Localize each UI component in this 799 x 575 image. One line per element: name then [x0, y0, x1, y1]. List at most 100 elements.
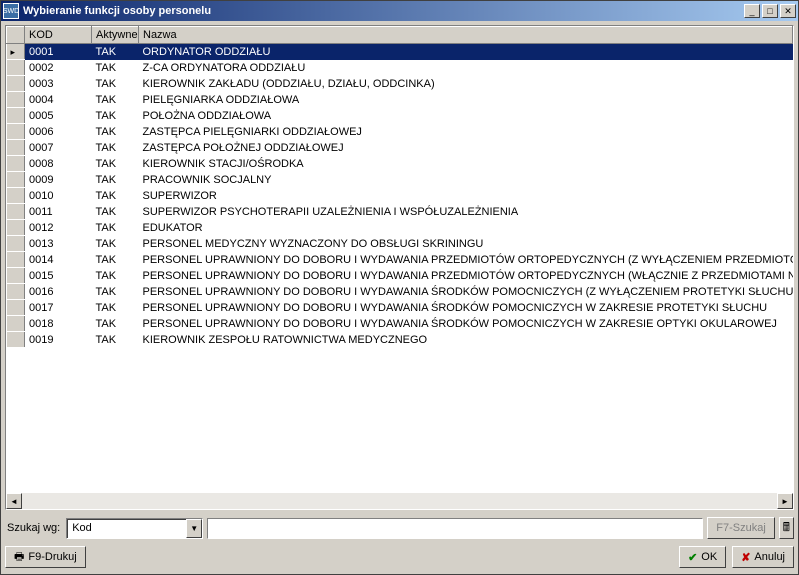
- titlebar: SWD Wybieranie funkcji osoby personelu _…: [1, 1, 798, 21]
- app-icon: SWD: [3, 3, 19, 19]
- row-indicator: [7, 252, 25, 268]
- cell-nazwa: PIELĘGNIARKA ODDZIAŁOWA: [139, 92, 793, 108]
- cell-kod: 0001: [25, 44, 92, 60]
- cell-akt: TAK: [92, 108, 139, 124]
- header-aktywne[interactable]: Aktywne: [92, 27, 139, 44]
- table-row[interactable]: 0013TAKPERSONEL MEDYCZNY WYZNACZONY DO O…: [7, 236, 793, 252]
- cell-akt: TAK: [92, 252, 139, 268]
- cell-nazwa: SUPERWIZOR: [139, 188, 793, 204]
- header-kod[interactable]: KOD: [25, 27, 92, 44]
- cell-kod: 0013: [25, 236, 92, 252]
- cell-nazwa: KIEROWNIK ZESPOŁU RATOWNICTWA MEDYCZNEGO: [139, 332, 793, 348]
- table-row[interactable]: 0015TAKPERSONEL UPRAWNIONY DO DOBORU I W…: [7, 268, 793, 284]
- search-input[interactable]: [207, 518, 703, 539]
- cell-nazwa: PERSONEL MEDYCZNY WYZNACZONY DO OBSŁUGI …: [139, 236, 793, 252]
- table-row[interactable]: 0005TAKPOŁOŻNA ODDZIAŁOWA: [7, 108, 793, 124]
- cell-akt: TAK: [92, 140, 139, 156]
- cancel-button[interactable]: ✘ Anuluj: [732, 546, 794, 568]
- cell-akt: TAK: [92, 92, 139, 108]
- table-row[interactable]: 0011TAKSUPERWIZOR PSYCHOTERAPII UZALEŻNI…: [7, 204, 793, 220]
- cell-nazwa: POŁOŻNA ODDZIAŁOWA: [139, 108, 793, 124]
- cell-kod: 0018: [25, 316, 92, 332]
- row-indicator: [7, 140, 25, 156]
- search-by-combo[interactable]: Kod ▼: [66, 518, 203, 539]
- row-indicator: [7, 300, 25, 316]
- table-row[interactable]: 0004TAKPIELĘGNIARKA ODDZIAŁOWA: [7, 92, 793, 108]
- data-grid[interactable]: KOD Aktywne Nazwa 0001TAKORDYNATOR ODDZI…: [5, 25, 794, 510]
- row-indicator: [7, 236, 25, 252]
- cell-nazwa: ORDYNATOR ODDZIAŁU: [139, 44, 793, 60]
- row-indicator: [7, 92, 25, 108]
- table-row[interactable]: 0001TAKORDYNATOR ODDZIAŁU: [7, 44, 793, 60]
- header-nazwa[interactable]: Nazwa: [139, 27, 793, 44]
- cell-kod: 0014: [25, 252, 92, 268]
- window-title: Wybieranie funkcji osoby personelu: [23, 5, 744, 17]
- cell-akt: TAK: [92, 268, 139, 284]
- cell-kod: 0008: [25, 156, 92, 172]
- scroll-left-button[interactable]: ◄: [6, 493, 22, 509]
- scroll-right-button[interactable]: ►: [777, 493, 793, 509]
- cell-akt: TAK: [92, 188, 139, 204]
- scroll-track[interactable]: [22, 493, 777, 509]
- cell-nazwa: PERSONEL UPRAWNIONY DO DOBORU I WYDAWANI…: [139, 300, 793, 316]
- cell-akt: TAK: [92, 44, 139, 60]
- ok-button[interactable]: ✔ OK: [679, 546, 726, 568]
- table-row[interactable]: 0017TAKPERSONEL UPRAWNIONY DO DOBORU I W…: [7, 300, 793, 316]
- cell-kod: 0017: [25, 300, 92, 316]
- cell-kod: 0004: [25, 92, 92, 108]
- row-indicator: [7, 76, 25, 92]
- cell-akt: TAK: [92, 172, 139, 188]
- cell-nazwa: SUPERWIZOR PSYCHOTERAPII UZALEŻNIENIA I …: [139, 204, 793, 220]
- cell-akt: TAK: [92, 204, 139, 220]
- cell-akt: TAK: [92, 76, 139, 92]
- horizontal-scrollbar[interactable]: ◄ ►: [6, 493, 793, 509]
- cell-kod: 0011: [25, 204, 92, 220]
- print-button[interactable]: 🖶 F9-Drukuj: [5, 546, 86, 568]
- cell-kod: 0003: [25, 76, 92, 92]
- table-row[interactable]: 0014TAKPERSONEL UPRAWNIONY DO DOBORU I W…: [7, 252, 793, 268]
- table-row[interactable]: 0010TAKSUPERWIZOR: [7, 188, 793, 204]
- cross-icon: ✘: [741, 551, 750, 564]
- row-indicator: [7, 172, 25, 188]
- cell-kod: 0012: [25, 220, 92, 236]
- chevron-down-icon[interactable]: ▼: [186, 519, 202, 538]
- close-button[interactable]: ✕: [780, 4, 796, 18]
- cell-akt: TAK: [92, 236, 139, 252]
- ok-label: OK: [701, 551, 717, 563]
- row-indicator: [7, 44, 25, 60]
- cell-akt: TAK: [92, 220, 139, 236]
- cell-kod: 0015: [25, 268, 92, 284]
- cell-nazwa: Z-CA ORDYNATORA ODDZIAŁU: [139, 60, 793, 76]
- search-button[interactable]: F7-Szukaj: [707, 517, 775, 539]
- row-indicator: [7, 316, 25, 332]
- table-row[interactable]: 0019TAKKIEROWNIK ZESPOŁU RATOWNICTWA MED…: [7, 332, 793, 348]
- cell-nazwa: PERSONEL UPRAWNIONY DO DOBORU I WYDAWANI…: [139, 252, 793, 268]
- calculator-button[interactable]: 🖩: [779, 517, 794, 539]
- row-indicator: [7, 332, 25, 348]
- table-row[interactable]: 0008TAKKIEROWNIK STACJI/OŚRODKA: [7, 156, 793, 172]
- table-row[interactable]: 0018TAKPERSONEL UPRAWNIONY DO DOBORU I W…: [7, 316, 793, 332]
- row-indicator: [7, 188, 25, 204]
- table-row[interactable]: 0009TAKPRACOWNIK SOCJALNY: [7, 172, 793, 188]
- maximize-button[interactable]: □: [762, 4, 778, 18]
- table-row[interactable]: 0003TAKKIEROWNIK ZAKŁADU (ODDZIAŁU, DZIA…: [7, 76, 793, 92]
- minimize-button[interactable]: _: [744, 4, 760, 18]
- cell-akt: TAK: [92, 156, 139, 172]
- row-indicator: [7, 124, 25, 140]
- check-icon: ✔: [688, 551, 697, 564]
- table-row[interactable]: 0006TAKZASTĘPCA PIELĘGNIARKI ODDZIAŁOWEJ: [7, 124, 793, 140]
- cell-nazwa: PRACOWNIK SOCJALNY: [139, 172, 793, 188]
- table-row[interactable]: 0016TAKPERSONEL UPRAWNIONY DO DOBORU I W…: [7, 284, 793, 300]
- cell-akt: TAK: [92, 284, 139, 300]
- cell-nazwa: EDUKATOR: [139, 220, 793, 236]
- cell-nazwa: KIEROWNIK STACJI/OŚRODKA: [139, 156, 793, 172]
- calculator-icon: 🖩: [783, 518, 790, 539]
- cell-kod: 0016: [25, 284, 92, 300]
- table-row[interactable]: 0002TAKZ-CA ORDYNATORA ODDZIAŁU: [7, 60, 793, 76]
- table-row[interactable]: 0012TAKEDUKATOR: [7, 220, 793, 236]
- row-indicator: [7, 284, 25, 300]
- cell-kod: 0010: [25, 188, 92, 204]
- cell-kod: 0009: [25, 172, 92, 188]
- cell-kod: 0006: [25, 124, 92, 140]
- table-row[interactable]: 0007TAKZASTĘPCA POŁOŻNEJ ODDZIAŁOWEJ: [7, 140, 793, 156]
